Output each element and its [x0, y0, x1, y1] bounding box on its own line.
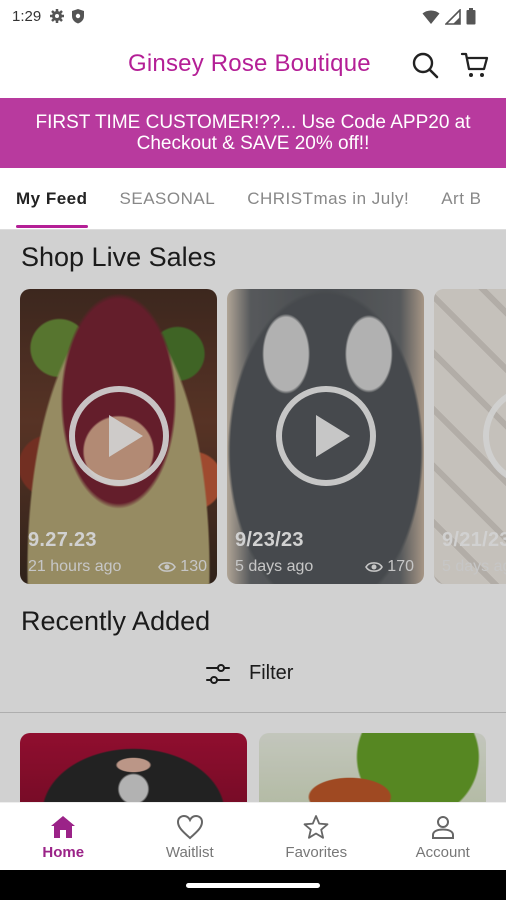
live-sale-date: 9/23/23	[235, 529, 304, 551]
nav-waitlist[interactable]: Waitlist	[127, 803, 254, 870]
live-sale-date: 9.27.23	[28, 529, 97, 551]
live-sale-date: 9/21/23	[442, 529, 506, 551]
settings-gear-icon	[49, 8, 65, 24]
signal-icon	[444, 7, 461, 29]
tab-my-feed[interactable]: My Feed	[0, 168, 104, 229]
tab-seasonal[interactable]: SEASONAL	[104, 168, 232, 229]
tab-christmas-in-july[interactable]: CHRISTmas in July!	[231, 168, 425, 229]
product-card[interactable]	[20, 733, 247, 802]
bottom-navigation: Home Waitlist Favorites Account	[0, 802, 506, 870]
status-indicators	[422, 7, 476, 29]
product-card[interactable]	[259, 733, 486, 802]
home-gesture-handle[interactable]	[186, 883, 320, 888]
tab-art[interactable]: Art B	[425, 168, 497, 229]
play-icon[interactable]	[68, 386, 169, 486]
nav-favorites[interactable]: Favorites	[253, 803, 380, 870]
app-header: Ginsey Rose Boutique	[0, 32, 506, 98]
eye-icon	[158, 562, 177, 572]
cart-icon	[460, 52, 489, 77]
nav-home[interactable]: Home	[0, 803, 127, 870]
divider	[0, 712, 506, 713]
search-icon	[412, 52, 439, 79]
eye-icon	[365, 562, 384, 572]
nav-account[interactable]: Account	[380, 803, 506, 870]
promo-text: FIRST TIME CUSTOMER!??... Use Code APP20…	[35, 112, 471, 154]
play-icon[interactable]	[275, 386, 376, 486]
view-count: 130	[158, 558, 207, 576]
view-count: 170	[365, 558, 414, 576]
feed-content[interactable]: Shop Live Sales 9.27.23 21 hours ago 130…	[0, 230, 506, 802]
filter-button[interactable]: Filter	[205, 662, 293, 685]
store-title: Ginsey Rose Boutique	[128, 50, 371, 77]
status-bar: 1:29	[0, 0, 506, 32]
nav-favorites-label: Favorites	[285, 843, 348, 861]
live-sales-carousel[interactable]: 9.27.23 21 hours ago 130 9/23/23 5 days …	[20, 289, 506, 584]
person-icon	[429, 813, 457, 841]
recently-added-title: Recently Added	[21, 606, 211, 636]
filter-label: Filter	[249, 662, 294, 684]
cart-button[interactable]	[460, 50, 490, 80]
nav-waitlist-label: Waitlist	[165, 843, 214, 861]
live-sale-card[interactable]: 9/21/23 5 days ago	[434, 289, 506, 584]
star-icon	[302, 813, 330, 841]
category-tabs: My Feed SEASONAL CHRISTmas in July! Art …	[0, 168, 506, 230]
live-sale-card[interactable]: 9/23/23 5 days ago 170	[227, 289, 424, 584]
view-count-value: 130	[180, 558, 207, 575]
wifi-icon	[422, 9, 440, 29]
shield-icon	[71, 8, 87, 24]
live-sale-time-ago: 5 days ago	[235, 558, 314, 575]
home-icon	[49, 813, 77, 841]
view-count-value: 170	[387, 558, 414, 575]
filter-sliders-icon	[206, 663, 230, 684]
live-sale-card[interactable]: 9.27.23 21 hours ago 130	[20, 289, 217, 584]
nav-home-label: Home	[42, 843, 85, 861]
nav-account-label: Account	[415, 843, 470, 861]
status-time: 1:29	[12, 7, 42, 25]
live-sale-time-ago: 21 hours ago	[28, 558, 122, 575]
battery-icon	[466, 8, 476, 29]
search-button[interactable]	[410, 50, 440, 80]
live-sale-time-ago: 5 days ago	[442, 558, 506, 575]
live-sales-title: Shop Live Sales	[21, 242, 217, 272]
promo-banner[interactable]: FIRST TIME CUSTOMER!??... Use Code APP20…	[0, 98, 506, 168]
heart-icon	[176, 813, 204, 841]
